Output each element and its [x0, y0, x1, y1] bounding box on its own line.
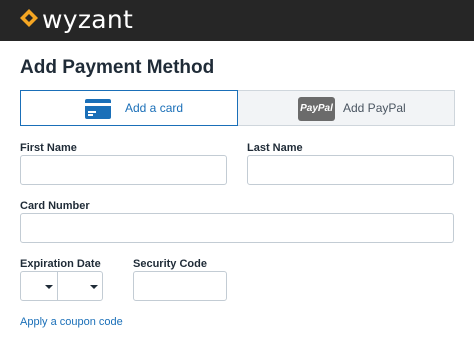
- last-name-input[interactable]: [247, 155, 454, 185]
- first-name-input[interactable]: [20, 155, 227, 185]
- wyzant-logo-icon[interactable]: [20, 9, 38, 27]
- last-name-label: Last Name: [247, 142, 303, 154]
- first-name-label: First Name: [20, 142, 77, 154]
- expiration-date-label: Expiration Date: [20, 258, 101, 270]
- card-number-input[interactable]: [20, 213, 454, 243]
- tab-add-card-label: Add a card: [125, 101, 184, 115]
- page-title: Add Payment Method: [20, 57, 215, 78]
- chevron-down-icon: [45, 285, 53, 289]
- top-bar: wyzant: [0, 0, 474, 41]
- tab-add-card[interactable]: Add a card: [20, 90, 238, 126]
- paypal-icon: PayPal: [298, 97, 335, 121]
- security-code-input[interactable]: [133, 271, 227, 301]
- expiration-month-select[interactable]: [20, 271, 58, 301]
- tab-add-paypal[interactable]: PayPal Add PayPal: [237, 90, 455, 126]
- expiration-year-select[interactable]: [57, 271, 103, 301]
- apply-coupon-link[interactable]: Apply a coupon code: [20, 316, 123, 329]
- payment-method-tabs: Add a card PayPal Add PayPal: [20, 90, 455, 126]
- wyzant-logo[interactable]: wyzant: [42, 6, 133, 34]
- chevron-down-icon: [90, 285, 98, 289]
- card-number-label: Card Number: [20, 200, 90, 212]
- tab-add-paypal-label: Add PayPal: [343, 101, 406, 115]
- security-code-label: Security Code: [133, 258, 207, 270]
- credit-card-icon: [85, 99, 111, 119]
